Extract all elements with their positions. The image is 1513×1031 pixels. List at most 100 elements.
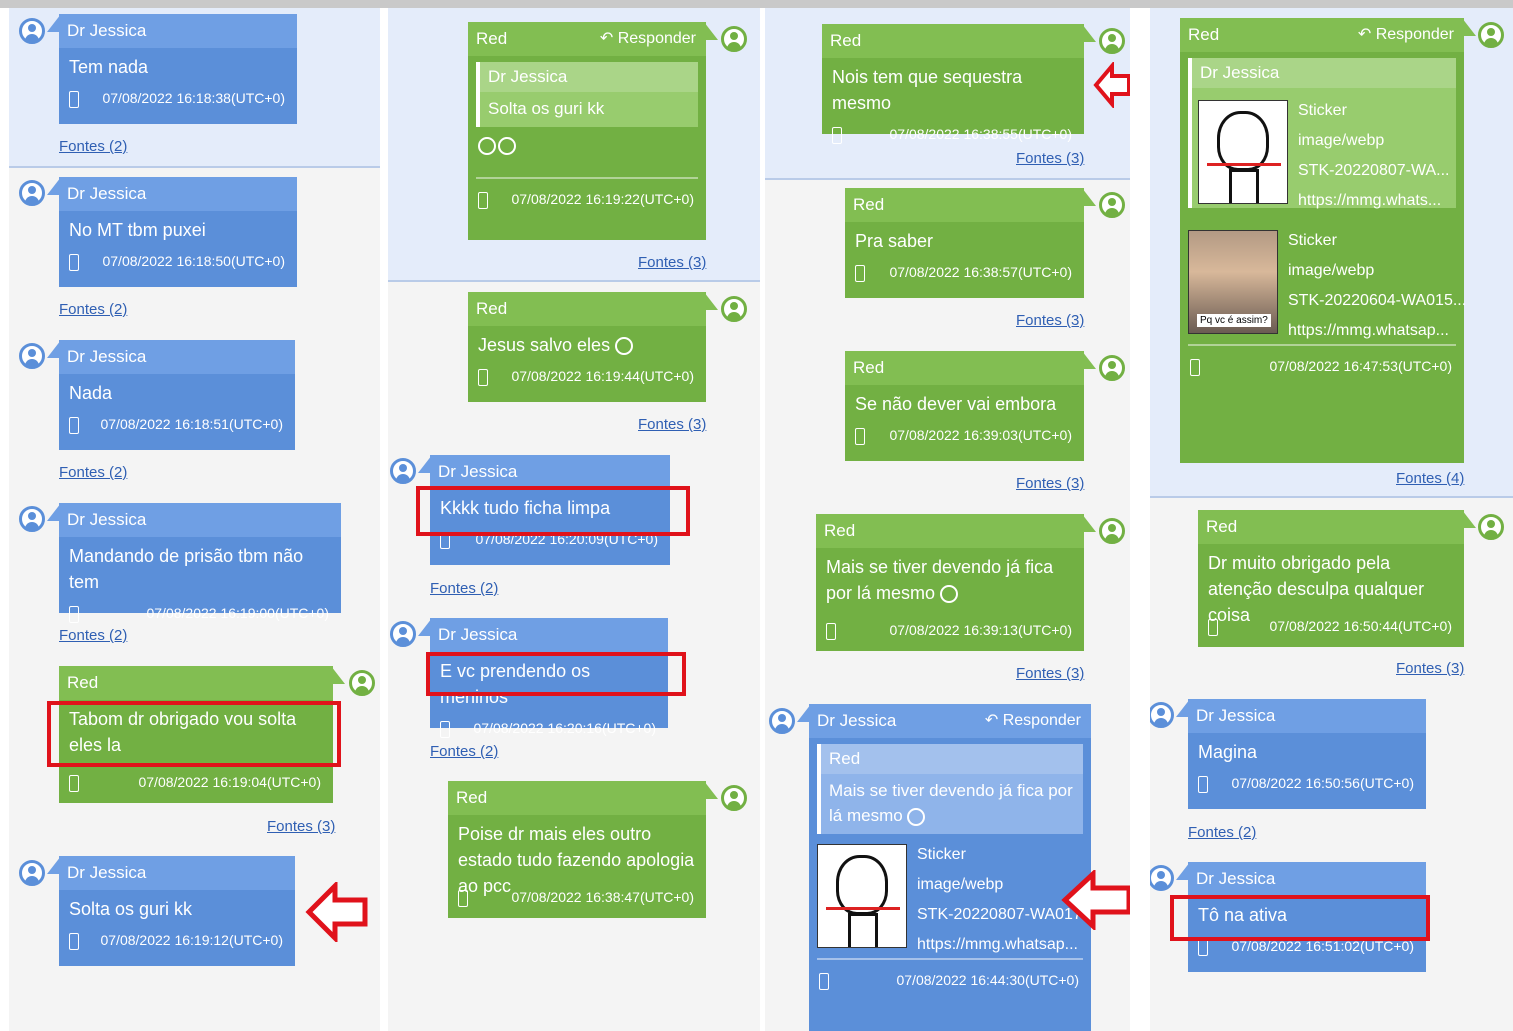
user-avatar-icon	[1150, 865, 1174, 891]
quoted-message[interactable]: Dr Jessica Sticker image/webp STK-202208…	[1188, 58, 1456, 209]
user-avatar-icon	[19, 343, 45, 369]
fontes-link[interactable]: Fontes (2)	[59, 464, 127, 481]
message-sender: Red	[822, 24, 1084, 58]
user-avatar-icon	[769, 708, 795, 734]
attachment-url[interactable]: https://mmg.whatsap...	[917, 930, 1095, 960]
chat-column-4: Red ↶ Responder Dr Jessica Sticker image/…	[1150, 8, 1513, 1031]
message-timestamp: 07/08/2022 16:18:51(UTC+0)	[100, 416, 283, 432]
message-bubble[interactable]: Dr Jessica Mandando de prisão tbm não te…	[47, 503, 341, 623]
message-bubble[interactable]: Red Se não dever vai embora 07/08/2022 1…	[845, 351, 1096, 461]
fontes-link[interactable]: Fontes (3)	[1016, 312, 1084, 329]
message-timestamp: 07/08/2022 16:39:03(UTC+0)	[889, 427, 1072, 443]
message-timestamp: 07/08/2022 16:38:47(UTC+0)	[511, 889, 694, 905]
fontes-link[interactable]: Fontes (3)	[1016, 665, 1084, 682]
message-bubble[interactable]: Red Jesus salvo eles 07/08/2022 16:19:44…	[468, 292, 718, 402]
message-timestamp: 07/08/2022 16:19:00(UTC+0)	[146, 605, 329, 621]
fontes-link[interactable]: Fontes (3)	[267, 818, 335, 835]
fontes-link[interactable]: Fontes (3)	[638, 416, 706, 433]
fontes-link[interactable]: Fontes (3)	[1016, 475, 1084, 492]
red-arrow-icon	[1093, 62, 1130, 108]
user-avatar-icon	[721, 785, 747, 811]
message-bubble[interactable]: Dr Jessica ↶ Responder Red Mais se tiver …	[797, 704, 1095, 1031]
phone-icon	[855, 264, 865, 282]
fontes-link[interactable]: Fontes (2)	[430, 743, 498, 760]
fontes-link[interactable]: Fontes (2)	[59, 138, 127, 155]
fontes-link[interactable]: Fontes (4)	[1396, 470, 1464, 487]
fontes-link[interactable]: Fontes (2)	[1188, 824, 1256, 841]
message-timestamp: 07/08/2022 16:19:44(UTC+0)	[511, 368, 694, 384]
message-bubble[interactable]: Red ↶ Responder Dr Jessica Sticker image/…	[1180, 18, 1476, 463]
sticker-thumbnail[interactable]: Pq vc é assim?	[1188, 230, 1278, 334]
message-text: Solta os guri kk	[69, 899, 193, 919]
message-text: Magina	[1198, 742, 1258, 762]
message-timestamp: 07/08/2022 16:38:57(UTC+0)	[889, 264, 1072, 280]
quoted-sender: Red	[821, 744, 1083, 774]
attachment-mime: image/webp	[1288, 262, 1375, 279]
message-bubble[interactable]: Red Dr muito obrigado pela atenção descu…	[1198, 510, 1476, 647]
fontes-link[interactable]: Fontes (3)	[1396, 660, 1464, 677]
message-sender: Dr Jessica	[817, 711, 897, 730]
message-sender: Red	[59, 666, 333, 700]
message-bubble[interactable]: Dr Jessica Nada 07/08/2022 16:18:51(UTC+…	[47, 340, 295, 450]
user-avatar-icon	[19, 860, 45, 886]
emoji-icon	[478, 137, 496, 155]
message-text: No MT tbm puxei	[69, 220, 206, 240]
message-bubble[interactable]: Dr Jessica No MT tbm puxei 07/08/2022 16…	[47, 177, 297, 287]
message-bubble[interactable]: Red Poise dr mais eles outro estado tudo…	[448, 781, 718, 918]
chat-column-3: Red Nois tem que sequestra mesmo 07/08/2…	[765, 8, 1130, 1031]
message-timestamp: 07/08/2022 16:38:55(UTC+0)	[889, 126, 1072, 142]
user-avatar-icon	[390, 621, 416, 647]
reply-button[interactable]: ↶ Responder	[1358, 18, 1454, 52]
fontes-link[interactable]: Fontes (2)	[430, 580, 498, 597]
sticker-thumbnail[interactable]	[817, 844, 907, 948]
user-avatar-icon	[19, 506, 45, 532]
phone-icon	[1198, 775, 1208, 793]
attachment-url[interactable]: https://mmg.whats...	[1298, 186, 1449, 216]
message-sender: Dr Jessica	[59, 856, 295, 890]
quoted-message[interactable]: Dr Jessica Solta os guri kk	[476, 62, 698, 127]
phone-icon	[69, 253, 79, 271]
phone-icon	[1208, 618, 1218, 636]
quoted-sender: Dr Jessica	[1192, 58, 1456, 88]
sticker-attachment[interactable]: Pq vc é assim? Sticker image/webp STK-20…	[1188, 226, 1466, 339]
message-bubble[interactable]: Red Mais se tiver devendo já fica por lá…	[816, 514, 1096, 651]
message-timestamp: 07/08/2022 16:20:16(UTC+0)	[473, 720, 656, 736]
fontes-link[interactable]: Fontes (2)	[59, 627, 127, 644]
fontes-link[interactable]: Fontes (3)	[1016, 150, 1084, 167]
sticker-attachment[interactable]: Sticker image/webp STK-20220807-WA017...…	[817, 840, 1095, 953]
reply-button[interactable]: ↶ Responder	[600, 22, 696, 56]
user-avatar-icon	[721, 296, 747, 322]
quoted-text: Mais se tiver devendo já fica por lá mes…	[829, 781, 1073, 825]
phone-icon	[826, 622, 836, 640]
message-sender: Red	[476, 29, 508, 48]
message-bubble[interactable]: Red Pra saber 07/08/2022 16:38:57(UTC+0)	[845, 188, 1096, 298]
message-bubble[interactable]: Red ↶ Responder Dr Jessica Solta os guri …	[468, 22, 718, 240]
phone-icon	[69, 932, 79, 950]
message-timestamp: 07/08/2022 16:50:44(UTC+0)	[1269, 618, 1452, 634]
chat-column-2: Red ↶ Responder Dr Jessica Solta os guri …	[388, 8, 760, 1031]
emoji-icon	[940, 585, 959, 604]
fontes-link[interactable]: Fontes (2)	[59, 301, 127, 318]
message-timestamp: 07/08/2022 16:18:38(UTC+0)	[102, 90, 285, 106]
emoji-icon	[907, 807, 926, 826]
message-bubble[interactable]: Red Nois tem que sequestra mesmo 07/08/2…	[822, 24, 1096, 144]
emoji-icon	[615, 337, 634, 356]
sticker-attachment[interactable]: Sticker image/webp STK-20220807-WA... ht…	[1198, 96, 1450, 209]
red-arrow-icon	[1061, 870, 1130, 930]
message-bubble[interactable]: Dr Jessica Magina 07/08/2022 16:50:56(UT…	[1176, 699, 1426, 809]
reply-button[interactable]: ↶ Responder	[985, 704, 1081, 738]
attachment-url[interactable]: https://mmg.whatsap...	[1288, 316, 1466, 346]
message-sender: Dr Jessica	[59, 340, 295, 374]
chat-column-1: Dr Jessica Tem nada 07/08/2022 16:18:38(…	[9, 8, 380, 1031]
message-text: Jesus salvo eles	[478, 335, 611, 355]
phone-icon	[69, 774, 79, 792]
quoted-text: Solta os guri kk	[488, 99, 605, 118]
message-bubble[interactable]: Dr Jessica Solta os guri kk 07/08/2022 1…	[47, 856, 295, 966]
user-avatar-icon	[349, 670, 375, 696]
message-bubble[interactable]: Dr Jessica Tem nada 07/08/2022 16:18:38(…	[47, 14, 297, 124]
fontes-link[interactable]: Fontes (3)	[638, 254, 706, 271]
emoji-icon	[498, 137, 516, 155]
sticker-thumbnail[interactable]	[1198, 100, 1288, 204]
message-text: Nois tem que sequestra mesmo	[832, 67, 1023, 113]
quoted-message[interactable]: Red Mais se tiver devendo já fica por lá…	[817, 744, 1083, 834]
